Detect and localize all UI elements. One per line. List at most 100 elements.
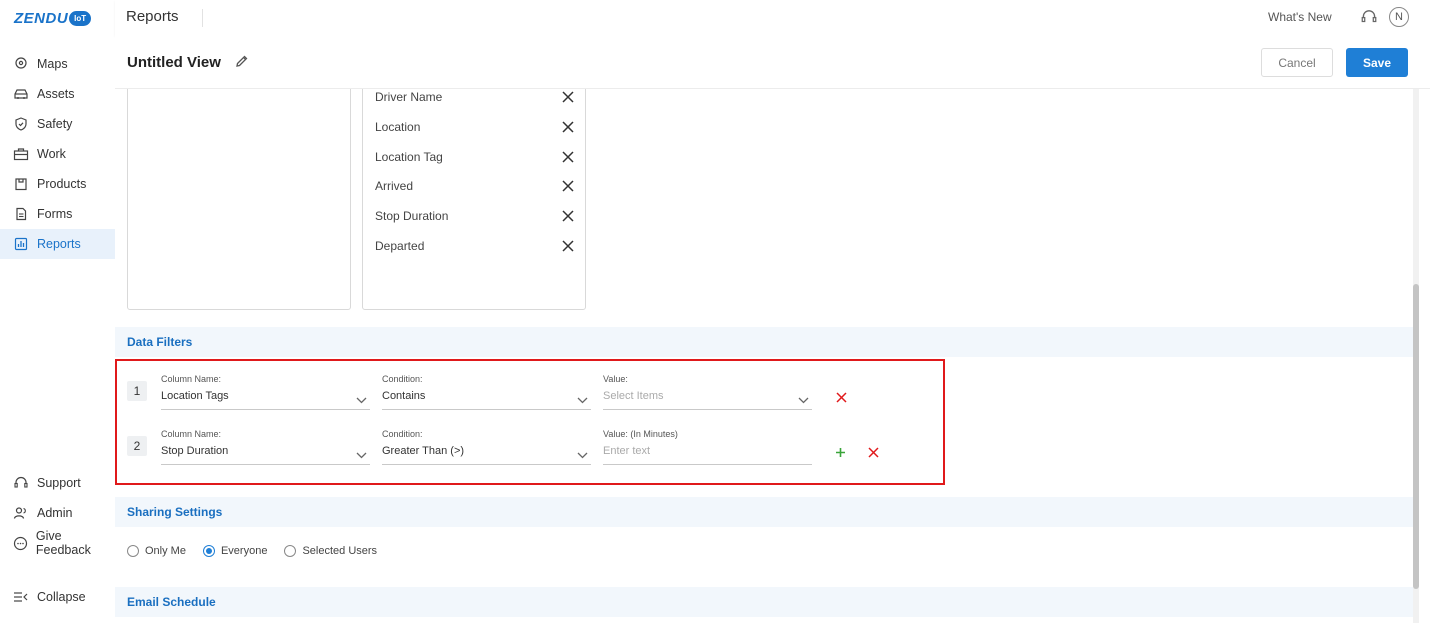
- radio-circle: [127, 545, 139, 557]
- headset-icon[interactable]: [1360, 9, 1378, 28]
- sidebar-item-label: Support: [37, 476, 81, 490]
- filter-row-number: 1: [127, 381, 147, 401]
- close-icon[interactable]: [561, 120, 575, 134]
- top-bar: Reports What's New N: [115, 0, 1430, 36]
- field-label: Value:: [603, 374, 628, 384]
- available-columns-list[interactable]: [127, 89, 351, 310]
- sidebar-item-products[interactable]: Products: [0, 169, 115, 199]
- list-item[interactable]: Arrived: [375, 175, 575, 197]
- list-item[interactable]: Stop Duration: [375, 205, 575, 227]
- sidebar-item-forms[interactable]: Forms: [0, 199, 115, 229]
- sidebar: ZENDU IoT Maps Assets Safety Work Produc…: [0, 0, 115, 623]
- column-name-select[interactable]: Column Name: Location Tags: [161, 370, 370, 410]
- sidebar-item-label: Admin: [37, 506, 73, 520]
- radio-circle: [284, 545, 297, 557]
- page-title: Reports: [126, 8, 179, 25]
- field-placeholder: Enter text: [603, 445, 651, 457]
- field-value: Location Tags: [161, 390, 229, 402]
- sidebar-item-label: Safety: [37, 117, 73, 131]
- add-filter-button[interactable]: [833, 445, 847, 459]
- close-icon[interactable]: [561, 90, 575, 104]
- close-icon[interactable]: [561, 209, 575, 223]
- sidebar-item-admin[interactable]: Admin: [0, 498, 115, 528]
- sidebar-item-label: Give Feedback: [35, 529, 91, 557]
- sidebar-item-give-feedback[interactable]: Give Feedback: [0, 528, 115, 558]
- sharing-settings-heading: Sharing Settings: [115, 497, 1415, 527]
- sidebar-collapse: Collapse: [0, 582, 115, 612]
- list-item[interactable]: Location: [375, 116, 575, 138]
- shield-icon: [12, 115, 30, 133]
- collapse-label: Collapse: [37, 590, 86, 604]
- field-label: Column Name:: [161, 429, 222, 439]
- radio-everyone[interactable]: Everyone: [202, 545, 268, 557]
- radio-label: Only Me: [145, 545, 186, 557]
- sidebar-item-support[interactable]: Support: [0, 468, 115, 498]
- chat-icon: [12, 534, 29, 552]
- chevron-down-icon: [356, 392, 367, 407]
- radio-only-me[interactable]: Only Me: [127, 545, 186, 557]
- list-item[interactable]: Driver Name: [375, 89, 575, 108]
- column-label: Arrived: [375, 179, 414, 193]
- save-button[interactable]: Save: [1346, 48, 1408, 77]
- email-schedule-heading: Email Schedule: [115, 587, 1415, 617]
- condition-select[interactable]: Condition: Greater Than (>): [382, 425, 591, 465]
- close-icon[interactable]: [561, 239, 575, 253]
- remove-filter-button[interactable]: [866, 445, 880, 459]
- logo-text: ZENDU: [14, 9, 69, 27]
- sidebar-item-label: Work: [37, 147, 66, 161]
- briefcase-icon: [12, 145, 30, 163]
- field-value: Stop Duration: [161, 445, 229, 457]
- users-icon: [12, 504, 30, 522]
- value-input[interactable]: Value: (In Minutes) Enter text: [603, 425, 812, 465]
- field-label: Column Name:: [161, 374, 222, 384]
- data-filters-panel: 1 Column Name: Location Tags Condition: …: [115, 359, 945, 485]
- logo[interactable]: ZENDU IoT: [14, 8, 92, 28]
- field-placeholder: Select Items: [603, 390, 664, 402]
- sidebar-item-maps[interactable]: Maps: [0, 49, 115, 79]
- box-icon: [12, 175, 30, 193]
- sidebar-item-work[interactable]: Work: [0, 139, 115, 169]
- column-label: Location: [375, 120, 421, 134]
- field-label: Value: (In Minutes): [603, 429, 678, 439]
- collapse-icon: [12, 588, 30, 606]
- selected-columns-list[interactable]: Driver Name Location Location Tag Arrive…: [362, 89, 586, 310]
- scrollbar[interactable]: [1413, 89, 1419, 623]
- close-icon[interactable]: [561, 150, 575, 164]
- pencil-icon[interactable]: [234, 53, 250, 72]
- radio-circle: [202, 545, 215, 557]
- chevron-down-icon: [356, 447, 367, 462]
- sidebar-item-label: Reports: [37, 237, 81, 251]
- data-filters-heading: Data Filters: [115, 327, 1415, 357]
- cancel-button[interactable]: Cancel: [1261, 48, 1333, 77]
- sidebar-item-label: Assets: [37, 87, 75, 101]
- field-value: Greater Than (>): [382, 445, 465, 457]
- sidebar-item-assets[interactable]: Assets: [0, 79, 115, 109]
- sidebar-item-reports[interactable]: Reports: [0, 229, 115, 259]
- remove-filter-button[interactable]: [834, 390, 848, 404]
- collapse-button[interactable]: Collapse: [0, 582, 115, 612]
- column-label: Location Tag: [375, 150, 443, 164]
- condition-select[interactable]: Condition: Contains: [382, 370, 591, 410]
- list-item[interactable]: Departed: [375, 235, 575, 257]
- avatar[interactable]: N: [1389, 7, 1409, 27]
- sidebar-item-label: Forms: [37, 207, 73, 221]
- value-select[interactable]: Value: Select Items: [603, 370, 812, 410]
- document-icon: [12, 205, 30, 223]
- whats-new-link[interactable]: What's New: [1268, 10, 1332, 24]
- sidebar-item-label: Products: [37, 177, 87, 191]
- sidebar-item-label: Maps: [37, 57, 68, 71]
- radio-label: Everyone: [220, 545, 268, 557]
- sidebar-item-safety[interactable]: Safety: [0, 109, 115, 139]
- car-icon: [12, 85, 30, 103]
- chevron-down-icon: [577, 447, 588, 462]
- list-item[interactable]: Location Tag: [375, 146, 575, 168]
- scrollbar-thumb[interactable]: [1413, 284, 1419, 589]
- sidebar-bottom-nav: Support Admin Give Feedback: [0, 468, 115, 558]
- column-name-select[interactable]: Column Name: Stop Duration: [161, 425, 370, 465]
- filter-row-number: 2: [127, 436, 147, 456]
- view-header: Untitled View Cancel Save: [115, 36, 1430, 89]
- radio-selected-users[interactable]: Selected Users: [284, 545, 377, 557]
- close-icon[interactable]: [561, 179, 575, 193]
- column-label: Driver Name: [375, 90, 443, 104]
- field-label: Condition:: [382, 429, 423, 439]
